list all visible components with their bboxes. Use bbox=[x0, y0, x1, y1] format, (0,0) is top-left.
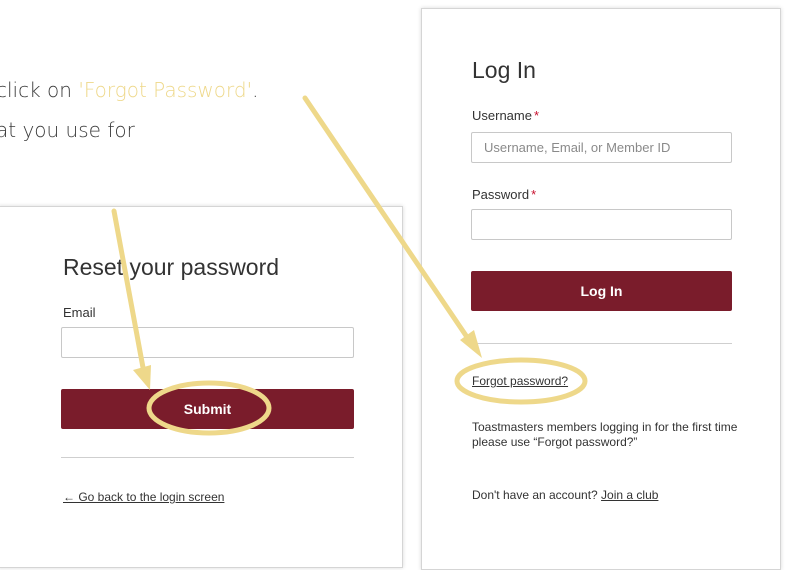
username-input[interactable] bbox=[471, 132, 732, 163]
no-account-prefix: Don't have an account? bbox=[472, 488, 602, 502]
instruction-text: click on bbox=[0, 78, 79, 102]
submit-button[interactable]: Submit bbox=[61, 389, 354, 429]
login-title: Log In bbox=[472, 57, 536, 83]
back-to-login-link[interactable]: ← Go back to the login screen bbox=[63, 490, 224, 504]
divider bbox=[61, 457, 354, 458]
email-label: Email bbox=[63, 305, 96, 320]
password-label-text: Password bbox=[472, 187, 530, 202]
instruction-line-1: click on 'Forgot Password'. bbox=[0, 78, 258, 102]
forgot-password-link[interactable]: Forgot password? bbox=[472, 374, 568, 388]
required-marker: * bbox=[531, 187, 537, 202]
join-club-link[interactable]: Join a club bbox=[601, 488, 658, 502]
reset-password-title: Reset your password bbox=[63, 254, 280, 280]
instruction-highlight: 'Forgot Password' bbox=[78, 78, 253, 102]
instruction-line-2: at you use for bbox=[0, 118, 135, 142]
no-account-text: Don't have an account? Join a club bbox=[472, 488, 658, 503]
username-label: Username * bbox=[472, 108, 539, 123]
divider bbox=[471, 343, 732, 344]
login-panel: Log In Username* Password* Log In Forgot… bbox=[421, 8, 781, 570]
reset-password-panel: Reset your password Email Submit ← Go ba… bbox=[0, 206, 403, 568]
required-marker: * bbox=[533, 108, 540, 123]
password-label: Password * bbox=[472, 187, 536, 202]
email-input[interactable] bbox=[61, 327, 354, 358]
first-time-note: Toastmasters members logging in for the … bbox=[472, 420, 738, 449]
login-button[interactable]: Log In bbox=[471, 271, 732, 311]
username-label-text: Username bbox=[472, 108, 532, 123]
instruction-end: . bbox=[252, 78, 259, 102]
password-input[interactable] bbox=[471, 209, 732, 240]
